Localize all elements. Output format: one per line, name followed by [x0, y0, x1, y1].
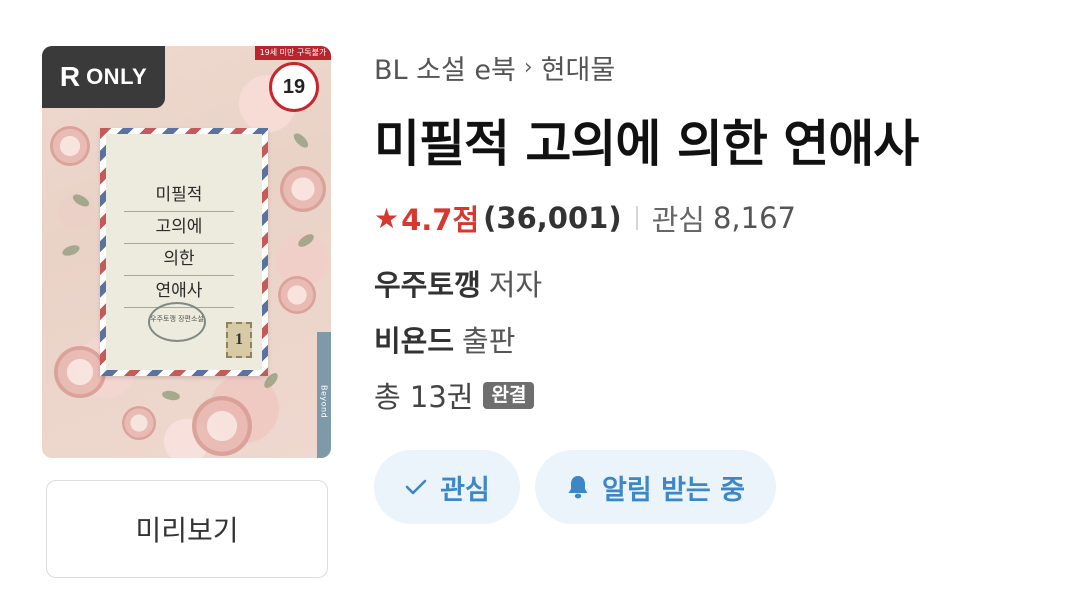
- rose-decoration: [280, 166, 326, 212]
- volume-line: 총 13권 완결: [374, 374, 535, 416]
- author-line: 우주토깽 저자: [374, 262, 542, 304]
- book-cover[interactable]: R ONLY 19세 미만 구독불가 19 미필적 고의에 의한 연애사 우주토…: [42, 46, 331, 458]
- completed-badge: 완결: [483, 381, 535, 409]
- rose-decoration: [54, 346, 106, 398]
- leaf-decoration: [70, 192, 92, 209]
- breadcrumb: BL 소설 e북 › 현대물: [374, 48, 615, 87]
- age-19-badge: 19: [269, 62, 319, 112]
- cover-title-line: 고의에: [124, 212, 234, 244]
- rating-count[interactable]: (36,001): [483, 201, 621, 235]
- rose-decoration: [278, 276, 316, 314]
- rating-score: 4.7점: [401, 203, 480, 237]
- rose-decoration: [192, 396, 252, 456]
- interest-label: 관심: [651, 203, 705, 237]
- breadcrumb-subcategory[interactable]: 현대물: [541, 48, 616, 87]
- publisher-line: 비욘드 출판: [374, 318, 515, 360]
- cover-envelope-art: 미필적 고의에 의한 연애사 우주토깽 장편소설 1: [100, 128, 268, 376]
- star-icon: ★: [374, 201, 400, 235]
- leaf-decoration: [296, 231, 316, 250]
- book-title: 미필적 고의에 의한 연애사: [374, 115, 919, 173]
- r-only-letter: R: [59, 61, 81, 92]
- interest-button-label: 관심: [440, 474, 490, 506]
- interest-count: 8,167: [712, 201, 796, 235]
- notification-button-label: 알림 받는 중: [602, 474, 745, 506]
- cover-title-line: 의한: [124, 244, 234, 276]
- volume-count: 총 13권: [374, 380, 474, 414]
- breadcrumb-category[interactable]: BL 소설 e북: [374, 48, 516, 87]
- r-only-text: ONLY: [86, 64, 148, 89]
- publisher-name[interactable]: 비욘드: [374, 318, 454, 360]
- age-restriction-strip: 19세 미만 구독불가: [255, 46, 331, 60]
- postage-stamp: 1: [226, 322, 252, 358]
- publisher-role: 출판: [462, 324, 516, 358]
- leaf-decoration: [291, 130, 311, 151]
- rating-row: ★ 4.7점 (36,001) 관심 8,167: [374, 197, 796, 239]
- chevron-right-icon: ›: [523, 55, 533, 80]
- cover-title: 미필적 고의에 의한 연애사: [124, 180, 234, 308]
- author-name[interactable]: 우주토깽: [374, 262, 481, 304]
- checkmark-icon: [405, 479, 427, 495]
- bell-icon: [568, 476, 588, 499]
- leaf-decoration: [61, 243, 81, 258]
- rose-decoration: [122, 406, 156, 440]
- divider: [635, 206, 638, 230]
- leaf-decoration: [161, 389, 181, 402]
- preview-button[interactable]: 미리보기: [46, 480, 328, 578]
- rose-decoration: [50, 126, 90, 166]
- author-role: 저자: [488, 268, 543, 302]
- interest-button[interactable]: 관심: [374, 450, 520, 524]
- postmark-seal: 우주토깽 장편소설: [148, 302, 206, 342]
- r-only-badge: R ONLY: [42, 46, 165, 108]
- publisher-spine-tab: Beyond: [317, 332, 331, 458]
- cover-title-line: 미필적: [124, 180, 234, 212]
- notification-button[interactable]: 알림 받는 중: [535, 450, 776, 524]
